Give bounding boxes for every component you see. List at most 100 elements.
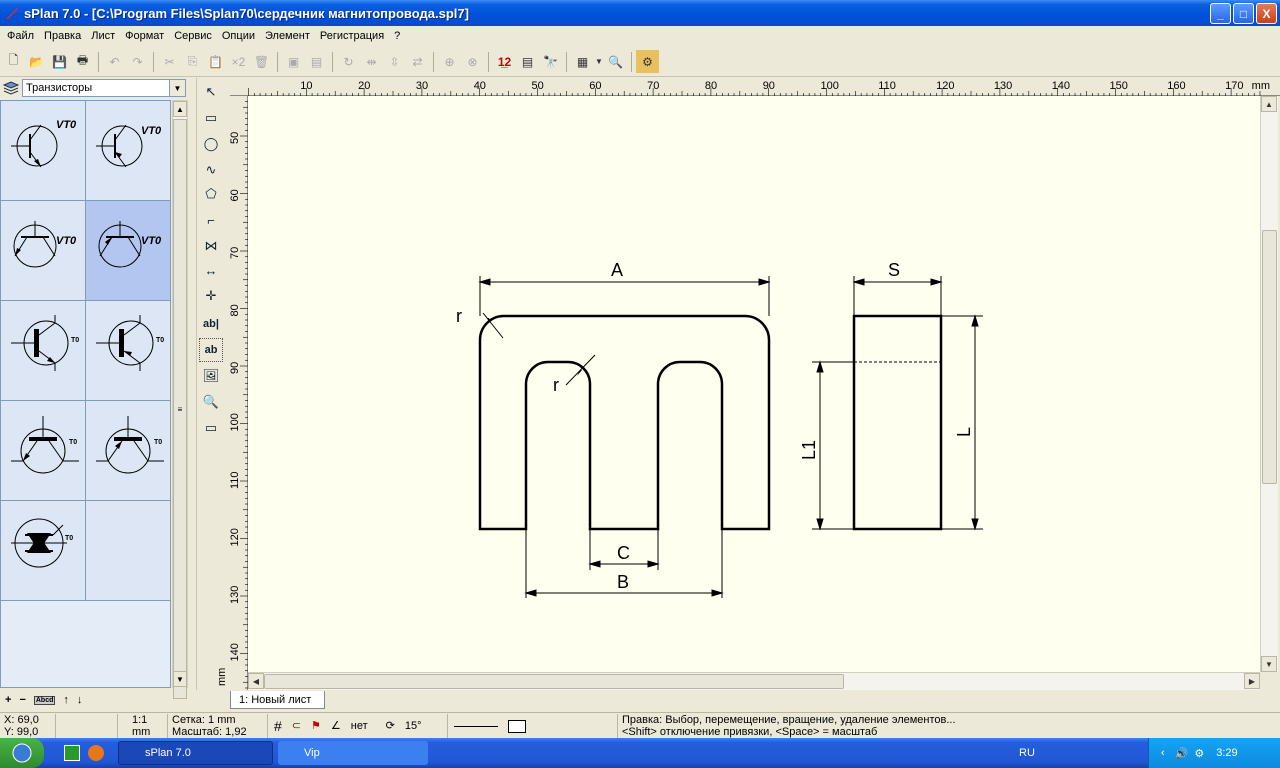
- polygon-tool-icon[interactable]: ⬠: [199, 182, 223, 206]
- horizontal-scroll-thumb[interactable]: [264, 674, 844, 689]
- undo-icon[interactable]: ↶: [103, 50, 126, 73]
- ungroup-icon[interactable]: ⊗: [461, 50, 484, 73]
- close-button[interactable]: X: [1256, 3, 1277, 24]
- dimension-a[interactable]: [478, 276, 771, 316]
- scroll-up-icon[interactable]: ▲: [1261, 96, 1277, 112]
- dropdown-arrow-icon[interactable]: ▼: [594, 50, 604, 73]
- duplicate-icon[interactable]: ×2: [227, 50, 250, 73]
- scroll-up-icon[interactable]: ▲: [173, 101, 187, 117]
- ellipse-tool-icon[interactable]: ◯: [199, 132, 223, 156]
- library-item[interactable]: T0: [86, 401, 171, 501]
- rotate-step-value[interactable]: 15°: [405, 720, 422, 732]
- bring-front-icon[interactable]: ▣: [282, 50, 305, 73]
- library-item[interactable]: T0: [1, 301, 86, 401]
- rectangle-tool-icon[interactable]: ▭: [199, 106, 223, 130]
- angle-snap-value[interactable]: нет: [351, 720, 368, 732]
- library-scrollbar[interactable]: ▲ ≡ ▼: [172, 100, 188, 699]
- measure-tool-icon[interactable]: ▭: [199, 416, 223, 440]
- menu-format[interactable]: Формат: [120, 30, 169, 42]
- freehand-tool-icon[interactable]: ∿: [199, 158, 223, 182]
- dimension-tool-icon[interactable]: ↔: [199, 258, 223, 282]
- library-item[interactable]: T0: [1, 501, 86, 601]
- send-back-icon[interactable]: ▤: [305, 50, 328, 73]
- group-icon[interactable]: ⊕: [438, 50, 461, 73]
- quicklaunch-app-icon[interactable]: [64, 745, 80, 761]
- search-binoculars-icon[interactable]: 🔭: [539, 50, 562, 73]
- vertical-scroll-thumb[interactable]: [1262, 230, 1277, 484]
- maximize-button[interactable]: □: [1233, 3, 1254, 24]
- chevron-down-icon[interactable]: ▼: [169, 80, 185, 96]
- add-component-button[interactable]: +: [5, 694, 11, 706]
- label-b[interactable]: B: [617, 572, 629, 592]
- dimension-l[interactable]: [941, 314, 983, 531]
- drawing-canvas[interactable]: A S r r C B L1 L: [248, 96, 1260, 672]
- text-tool-icon[interactable]: ab|: [199, 312, 223, 336]
- align-icon[interactable]: ⇄: [406, 50, 429, 73]
- menu-service[interactable]: Сервис: [169, 30, 217, 42]
- rotate-step-icon[interactable]: ⟳: [386, 720, 395, 732]
- network-icon[interactable]: ⚙: [1194, 747, 1204, 760]
- library-item[interactable]: T0: [86, 301, 171, 401]
- library-item-selected[interactable]: VT0: [86, 201, 171, 301]
- library-item[interactable]: VT0: [86, 101, 171, 201]
- move-up-button[interactable]: ↑: [63, 694, 69, 706]
- library-category-select[interactable]: Транзисторы ▼: [22, 79, 186, 97]
- firefox-icon[interactable]: [88, 745, 104, 761]
- cut-icon[interactable]: ✂: [158, 50, 181, 73]
- mirror-h-icon[interactable]: ⇹: [360, 50, 383, 73]
- snap-magnet-icon[interactable]: ⊂: [292, 720, 301, 732]
- redo-icon[interactable]: ↷: [126, 50, 149, 73]
- library-editor-icon[interactable]: ⚙: [636, 50, 659, 73]
- grid-toggle-icon[interactable]: #: [274, 719, 282, 733]
- rotate-icon[interactable]: ↻: [337, 50, 360, 73]
- library-item[interactable]: VT0: [1, 201, 86, 301]
- menu-file[interactable]: Файл: [2, 30, 39, 42]
- start-button[interactable]: [0, 738, 44, 768]
- scroll-down-icon[interactable]: ▼: [173, 671, 187, 687]
- select-arrow-icon[interactable]: ↖: [199, 80, 223, 104]
- menu-sheet[interactable]: Лист: [86, 30, 120, 42]
- menu-help[interactable]: ?: [389, 30, 405, 42]
- label-l[interactable]: L: [954, 427, 974, 437]
- minimize-button[interactable]: _: [1210, 3, 1231, 24]
- zoom-fit-icon[interactable]: 🔍: [604, 50, 627, 73]
- delete-icon[interactable]: 🗑: [250, 50, 273, 73]
- taskbar-item-splan[interactable]: sPlan 7.0: [118, 741, 273, 765]
- fill-preview[interactable]: [508, 719, 526, 733]
- magnetic-core-drawing[interactable]: A S r r C B L1 L: [248, 96, 1260, 672]
- taskbar-item-vip[interactable]: Vip: [278, 741, 428, 765]
- library-item[interactable]: T0: [1, 401, 86, 501]
- scroll-left-icon[interactable]: ◀: [248, 673, 264, 689]
- remove-component-button[interactable]: −: [19, 694, 25, 706]
- print-icon[interactable]: 🖶: [71, 50, 94, 73]
- tray-chevron-icon[interactable]: ‹: [1161, 747, 1165, 759]
- volume-icon[interactable]: 🔊: [1175, 747, 1189, 760]
- angle-snap-icon[interactable]: ∠: [331, 720, 341, 732]
- core-side-view[interactable]: [852, 314, 943, 531]
- menu-registration[interactable]: Регистрация: [315, 30, 389, 42]
- menu-options[interactable]: Опции: [217, 30, 260, 42]
- copy-icon[interactable]: ⎘: [181, 50, 204, 73]
- label-s[interactable]: S: [888, 260, 900, 280]
- menu-element[interactable]: Элемент: [260, 30, 315, 42]
- line-tool-icon[interactable]: ⌐: [199, 208, 223, 232]
- line-width-preview[interactable]: [454, 725, 498, 727]
- paste-icon[interactable]: 📋: [204, 50, 227, 73]
- save-icon[interactable]: 💾: [48, 50, 71, 73]
- snap-pin-icon[interactable]: ⚑: [311, 720, 321, 732]
- dimension-s[interactable]: [852, 276, 943, 316]
- textbox-tool-icon[interactable]: ab: [199, 338, 223, 362]
- e-core-outline[interactable]: [478, 314, 771, 531]
- canvas-horizontal-scrollbar[interactable]: ◀ ▶: [248, 672, 1260, 690]
- label-l1[interactable]: L1: [799, 440, 819, 460]
- label-a[interactable]: A: [611, 260, 623, 280]
- mirror-v-icon[interactable]: ⇳: [383, 50, 406, 73]
- library-item[interactable]: VT0: [1, 101, 86, 201]
- label-toggle-button[interactable]: Abcd: [33, 695, 56, 705]
- zoom-tool-icon[interactable]: 🔍: [199, 390, 223, 414]
- new-file-icon[interactable]: 🗋: [2, 50, 25, 73]
- open-folder-icon[interactable]: 📂: [25, 50, 48, 73]
- label-r-outer[interactable]: r: [456, 306, 462, 326]
- library-scroll-thumb[interactable]: ≡: [173, 119, 187, 699]
- language-indicator[interactable]: RU: [1019, 747, 1035, 759]
